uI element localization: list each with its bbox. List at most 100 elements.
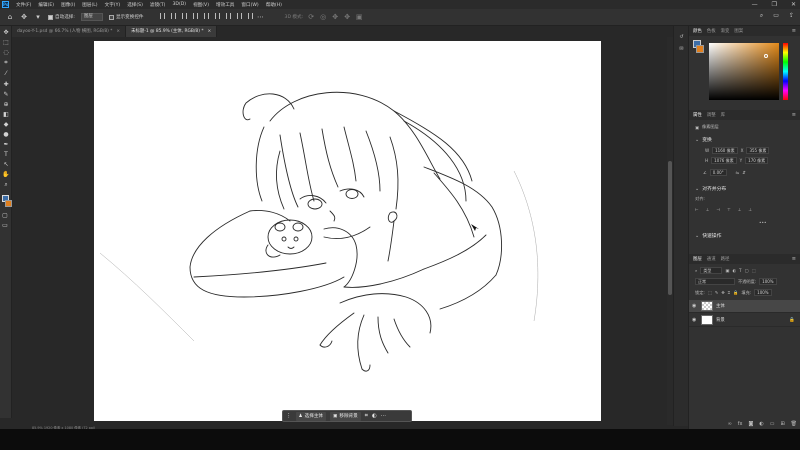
y-input[interactable]: 170 像素 — [745, 157, 769, 164]
tab-libraries[interactable]: 库 — [721, 112, 725, 118]
menu-help[interactable]: 帮助(H) — [266, 2, 282, 8]
chevron-down-icon[interactable]: ⌄ — [695, 186, 699, 192]
tab-gradients[interactable]: 渐变 — [721, 28, 730, 34]
color-picker-handle[interactable] — [764, 54, 768, 58]
flip-v-icon[interactable]: ⇵ — [742, 170, 746, 175]
healing-tool-icon[interactable]: ✚ — [2, 81, 10, 89]
move-tool-icon[interactable]: ✥ — [20, 13, 28, 21]
type-tool-icon[interactable]: T — [2, 151, 10, 159]
filter-pixel-icon[interactable]: ▣ — [725, 268, 729, 273]
color-picker-field[interactable] — [709, 43, 779, 100]
mask-icon[interactable]: ◐ — [372, 413, 377, 419]
transform-icon[interactable]: ⌗ — [365, 413, 368, 420]
lasso-tool-icon[interactable]: ◌ — [2, 49, 10, 57]
align-left-icon[interactable]: ⊢ — [695, 207, 699, 212]
home-icon[interactable]: ⌂ — [6, 13, 14, 21]
background-swatch[interactable] — [696, 45, 704, 53]
tab-swatches[interactable]: 色板 — [707, 28, 716, 34]
checkbox-box[interactable] — [48, 14, 53, 20]
close-icon[interactable]: × — [208, 26, 212, 37]
tab-patterns[interactable]: 图案 — [734, 28, 743, 34]
menu-file[interactable]: 文件(F) — [16, 2, 31, 8]
menu-layer[interactable]: 图层(L) — [82, 2, 97, 8]
align-right-icon[interactable]: ⊣ — [716, 207, 720, 212]
add-mask-icon[interactable]: ◙ — [748, 421, 753, 427]
lock-pixels-icon[interactable]: ⬚ — [708, 290, 712, 295]
more-button[interactable]: ••• — [759, 220, 766, 225]
comments-icon[interactable]: ✉ — [678, 46, 685, 52]
share-icon[interactable]: ⇪ — [789, 12, 794, 20]
x-input[interactable]: 355 像素 — [746, 147, 770, 154]
search-icon[interactable]: ⌕ — [760, 12, 763, 20]
show-transform-checkbox[interactable]: 显示变换控件 — [108, 14, 144, 20]
panel-menu-icon[interactable]: ≡ — [792, 28, 796, 34]
chevron-down-icon[interactable]: ▾ — [34, 13, 42, 21]
marquee-tool-icon[interactable]: ⬚ — [2, 39, 10, 47]
panel-menu-icon[interactable]: ≡ — [792, 256, 796, 262]
align-left-icon[interactable] — [159, 13, 165, 19]
tab-channels[interactable]: 通道 — [707, 256, 716, 262]
checkbox-box[interactable] — [108, 14, 114, 20]
select-subject-button[interactable]: ♟ 选择主体 — [295, 411, 327, 421]
pen-tool-icon[interactable]: ✒ — [2, 141, 10, 149]
tab-document-2[interactable]: 未标题-1 @ 85.9% (主体, RGB/8) * × — [126, 26, 218, 37]
menu-view[interactable]: 视图(V) — [193, 2, 209, 8]
path-select-tool-icon[interactable]: ↖ — [2, 161, 10, 169]
chevron-down-icon[interactable]: ⌄ — [695, 233, 699, 239]
lock-all-icon[interactable]: 🔒 — [733, 290, 738, 296]
move-tool-icon[interactable]: ✥ — [2, 29, 10, 37]
new-layer-icon[interactable]: ⊞ — [780, 421, 784, 427]
auto-select-checkbox[interactable]: 自动选择: — [48, 14, 75, 20]
workspace-icon[interactable]: ▭ — [773, 12, 779, 20]
lock-artboard-icon[interactable]: ⌗ — [728, 290, 730, 295]
lock-paint-icon[interactable]: ✎ — [715, 290, 719, 295]
bucket-tool-icon[interactable]: ◆ — [2, 121, 10, 129]
align-section[interactable]: ⌄ 对齐并分布 — [695, 185, 726, 193]
fx-icon[interactable]: fx — [738, 421, 743, 427]
menu-3d[interactable]: 3D(D) — [172, 2, 186, 7]
menu-filter[interactable]: 滤镜(T) — [150, 2, 166, 8]
blend-mode-dropdown[interactable]: 正常 — [695, 278, 735, 285]
adjustment-icon[interactable]: ◐ — [759, 421, 763, 427]
filter-shape-icon[interactable]: ▢ — [745, 268, 749, 273]
align-vcenter-icon[interactable]: ⊥ — [738, 207, 742, 212]
opacity-input[interactable]: 100% — [759, 278, 777, 285]
tab-document-1[interactable]: dayoo-Y-1.psd @ 66.7% (人物 横图, RGB/8) * × — [12, 26, 127, 37]
chevron-down-icon[interactable]: ⌄ — [695, 137, 699, 143]
filter-type-icon[interactable]: T — [739, 268, 742, 273]
eye-icon[interactable]: ◉ — [692, 303, 698, 309]
eye-icon[interactable]: ◉ — [692, 317, 698, 323]
maximize-button[interactable]: ❐ — [772, 1, 777, 8]
brush-tool-icon[interactable]: ✎ — [2, 91, 10, 99]
minimize-button[interactable]: — — [752, 1, 758, 8]
tab-color[interactable]: 颜色 — [693, 28, 702, 34]
distribute-v-icon[interactable] — [247, 13, 253, 19]
layer-filter-dropdown[interactable]: 类型 — [700, 267, 723, 274]
transform-section[interactable]: ⌄ 变换 — [695, 136, 712, 144]
align-right-icon[interactable] — [181, 13, 187, 19]
menu-type[interactable]: 文字(Y) — [105, 2, 121, 8]
menu-select[interactable]: 选择(S) — [127, 2, 143, 8]
tab-adjustments[interactable]: 调整 — [707, 112, 716, 118]
quick-mask-icon[interactable]: ▢ — [1, 212, 9, 220]
align-bottom-icon[interactable] — [214, 13, 220, 19]
align-bottom-icon[interactable]: ⊥ — [748, 207, 752, 212]
menu-image[interactable]: 图像(I) — [61, 2, 75, 8]
scrollbar-thumb[interactable] — [668, 161, 672, 295]
flip-h-icon[interactable]: ⇋ — [736, 170, 740, 175]
hand-tool-icon[interactable]: ✋ — [2, 171, 10, 179]
menu-plugins[interactable]: 增效工具 — [216, 2, 234, 8]
auto-select-dropdown[interactable]: 图层 — [80, 13, 103, 21]
history-icon[interactable]: ↺ — [678, 34, 685, 40]
align-top-icon[interactable]: ⊤ — [727, 207, 731, 212]
screen-mode-icon[interactable]: ▭ — [1, 222, 9, 230]
fill-input[interactable]: 100% — [754, 289, 772, 296]
tab-paths[interactable]: 路径 — [721, 256, 730, 262]
align-top-icon[interactable] — [192, 13, 198, 19]
more-options-icon[interactable]: ⋯ — [257, 13, 265, 21]
distribute-icon[interactable] — [225, 13, 231, 19]
document-canvas[interactable] — [94, 41, 601, 421]
zoom-tool-icon[interactable]: ⌕ — [2, 181, 10, 189]
eraser-tool-icon[interactable]: ◧ — [2, 111, 10, 119]
clone-tool-icon[interactable]: ⊕ — [2, 101, 10, 109]
